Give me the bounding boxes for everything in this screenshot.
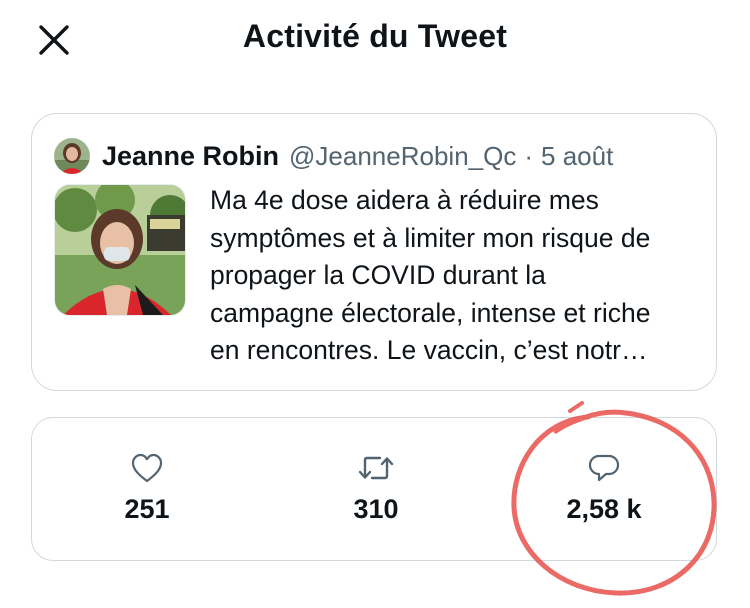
speech-bubble-icon (588, 454, 620, 482)
replies-count: 2,58 k (566, 494, 642, 524)
tweet-text-line: symptômes et à limiter mon risque de (210, 222, 651, 253)
likes-stat[interactable]: 251 (67, 452, 227, 525)
likes-count: 251 (124, 494, 170, 524)
tweet-text-line: Ma 4e dose aidera à réduire mes (210, 185, 599, 215)
heart-icon (131, 453, 163, 483)
tweet-text-line: propager la COVID durant la (210, 260, 546, 290)
tweet-text: Ma 4e dose aidera à réduire mes symptôme… (210, 182, 706, 370)
tweet-photo[interactable] (54, 184, 186, 316)
retweets-stat[interactable]: 310 (296, 452, 456, 525)
quoted-tweet-card[interactable]: Jeanne Robin @JeanneRobin_Qc · 5 août Ma… (31, 113, 717, 391)
engagement-stats-card: 251 310 2,58 k (31, 417, 717, 561)
tweet-author-row: Jeanne Robin @JeanneRobin_Qc · 5 août (54, 136, 613, 176)
author-name[interactable]: Jeanne Robin (102, 141, 279, 172)
tweet-text-line: campagne électorale, intense et riche (210, 297, 651, 328)
retweets-count: 310 (353, 494, 399, 524)
page-title: Activité du Tweet (242, 18, 508, 54)
replies-stat[interactable]: 2,58 k (524, 452, 684, 525)
author-handle[interactable]: @JeanneRobin_Qc (289, 141, 516, 172)
header: Activité du Tweet (0, 0, 750, 80)
avatar[interactable] (54, 138, 90, 174)
tweet-text-line: en rencontres. Le vaccin, c’est notr… (210, 335, 648, 365)
retweet-icon (358, 456, 394, 480)
tweet-date[interactable]: 5 août (541, 141, 613, 172)
separator-dot: · (524, 140, 534, 171)
